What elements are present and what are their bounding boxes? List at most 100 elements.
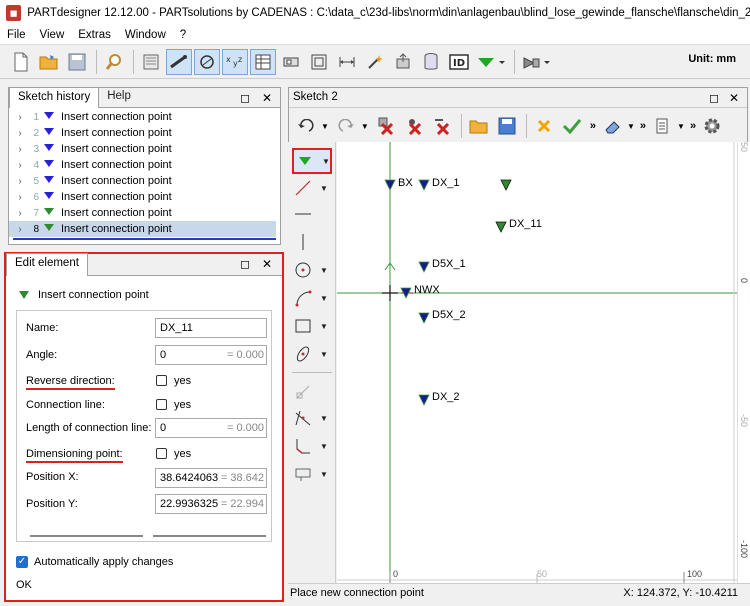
table-icon[interactable] [250,48,276,75]
menu-window[interactable]: Window [118,29,173,41]
save-icon[interactable] [64,49,90,75]
delete-element-icon[interactable] [373,113,399,139]
chamfer-tool[interactable]: ▼ [292,434,332,458]
ellipse-tool[interactable]: ▼ [292,342,332,366]
menu-help[interactable]: ? [173,29,193,41]
open-folder-icon[interactable] [36,49,62,75]
sketch-mode-icon[interactable] [166,48,192,75]
undo-icon[interactable] [293,113,319,139]
arc-tool[interactable]: ▼ [292,286,332,310]
new-file-icon[interactable] [8,49,34,75]
history-row-number: 1 [33,111,39,123]
position-x-input[interactable]: 38.642406315 = 38.642 [155,468,267,488]
trim-tool[interactable]: ▼ [292,406,332,430]
eraser-dropdown-icon[interactable]: ▼ [627,122,635,131]
database-icon[interactable] [418,49,444,75]
expand-chevron-icon[interactable]: › [13,176,27,187]
angle-input[interactable]: 0 = 0.000 [155,345,267,365]
horizontal-scrollbar[interactable] [30,535,266,538]
expand-chevron-icon[interactable]: › [13,192,27,203]
close-icon[interactable]: ✕ [727,91,741,105]
maximize-icon[interactable]: ◻ [238,91,252,105]
ruler-bottom-100: 100 [687,569,703,579]
expand-chevron-icon[interactable]: › [13,160,27,171]
id-icon[interactable]: ID [446,49,472,75]
magic-wand-icon[interactable] [362,49,388,75]
tab-help[interactable]: Help [99,87,139,107]
screw-icon[interactable] [519,49,553,75]
overflow-chevron-icon[interactable]: » [590,120,596,132]
text-tool[interactable]: ▼ [292,462,332,486]
history-row[interactable]: › 2 Insert connection point [9,125,280,141]
vertical-line-tool[interactable] [292,230,332,254]
save-sketch-icon[interactable] [494,113,520,139]
history-row[interactable]: › 1 Insert connection point [9,109,280,125]
history-row[interactable]: › 8 Insert connection point [9,221,276,237]
connection-point-tool-icon[interactable] [474,49,508,75]
origin-cross [382,285,398,301]
tab-sketch-2[interactable]: Sketch 2 [293,91,338,103]
dropdown-icon: ▼ [320,441,328,451]
undo-dropdown-icon[interactable]: ▼ [321,122,329,131]
sketch-canvas[interactable]: BX DX_1 DX_11 D5X_1 NWX D5X_2 DX_2 0 50 … [337,142,737,583]
xyz-icon[interactable]: xyz [222,48,248,75]
overflow-chevron-icon[interactable]: » [640,120,646,132]
expand-chevron-icon[interactable]: › [13,208,27,219]
position-y-input[interactable]: 22.993632512 = 22.994 [155,494,267,514]
cancel-icon[interactable] [531,113,557,139]
menu-view[interactable]: View [33,29,72,41]
history-row[interactable]: › 7 Insert connection point [9,205,280,221]
horizontal-line-tool[interactable] [292,202,332,226]
view-icon[interactable] [138,49,164,75]
sketch-circle-icon[interactable] [194,48,220,75]
maximize-icon[interactable]: ◻ [238,257,252,271]
expand-chevron-icon[interactable]: › [13,128,27,139]
part-icon[interactable] [278,49,304,75]
expand-chevron-icon[interactable]: › [13,224,27,235]
tab-edit-element[interactable]: Edit element [6,253,88,276]
dimensioning-point-checkbox[interactable] [156,448,167,459]
layer-icon[interactable] [649,113,675,139]
expand-chevron-icon[interactable]: › [13,144,27,155]
connection-point-icon [43,207,55,219]
eraser-icon[interactable] [599,113,625,139]
rectangle-tool[interactable]: ▼ [292,314,332,338]
ok-button[interactable]: OK [16,579,32,591]
layer-dropdown-icon[interactable]: ▼ [677,122,685,131]
redo-icon[interactable] [333,113,359,139]
reverse-direction-checkbox[interactable] [156,375,167,386]
ruler-bottom-0: 0 [393,569,399,579]
search-icon[interactable] [101,49,127,75]
history-row[interactable]: › 4 Insert connection point [9,157,280,173]
name-input[interactable]: DX_11 [155,318,267,338]
menu-extras[interactable]: Extras [71,29,118,41]
redo-dropdown-icon[interactable]: ▼ [361,122,369,131]
mirror-tool[interactable] [292,380,332,404]
history-row[interactable]: › 6 Insert connection point [9,189,280,205]
close-icon[interactable]: ✕ [260,257,274,271]
delete-undo-icon[interactable] [429,113,455,139]
reverse-direction-yes: yes [174,375,192,387]
connection-point-tool[interactable]: ▼ [292,148,332,174]
overflow-chevron-icon[interactable]: » [690,120,696,132]
menu-file[interactable]: File [0,29,33,41]
expand-chevron-icon[interactable]: › [13,112,27,123]
auto-apply-checkbox[interactable]: ✓ [16,556,28,568]
history-row[interactable]: › 5 Insert connection point [9,173,280,189]
settings-gear-icon[interactable] [699,113,725,139]
export-icon[interactable] [390,49,416,75]
tab-sketch-history[interactable]: Sketch history [9,87,100,108]
circle-tool[interactable]: ▼ [292,258,332,282]
connection-line-checkbox[interactable] [156,399,167,410]
frame-icon[interactable] [306,49,332,75]
delete-all-icon[interactable] [401,113,427,139]
history-row[interactable]: › 3 Insert connection point [9,141,280,157]
close-icon[interactable]: ✕ [260,91,274,105]
confirm-icon[interactable] [559,113,585,139]
length-input[interactable]: 0 = 0.000 [155,418,267,438]
line-tool[interactable]: ▼ [292,176,332,200]
position-x-evaluated: = 38.642 [218,472,264,484]
open-sketch-icon[interactable] [466,113,492,139]
maximize-icon[interactable]: ◻ [707,91,721,105]
dimension-icon[interactable] [334,49,360,75]
